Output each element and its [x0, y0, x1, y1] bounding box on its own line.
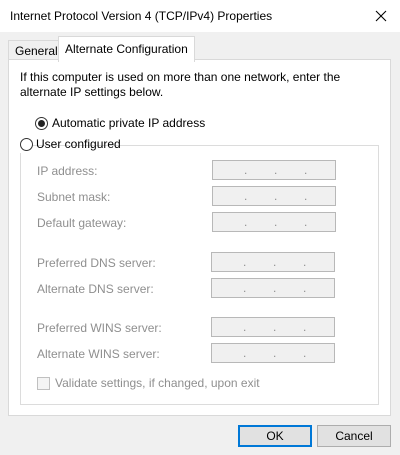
- alternate-wins-input[interactable]: ...: [211, 343, 335, 363]
- default-gateway-label: Default gateway:: [37, 216, 127, 230]
- user-configured-label[interactable]: User configured: [36, 137, 121, 151]
- preferred-dns-label: Preferred DNS server:: [37, 256, 156, 270]
- title-bar: Internet Protocol Version 4 (TCP/IPv4) P…: [0, 0, 400, 32]
- default-gateway-input[interactable]: ...: [212, 212, 336, 232]
- close-button[interactable]: [368, 3, 394, 29]
- close-icon: [375, 10, 387, 22]
- description-text: If this computer is used on more than on…: [20, 70, 341, 99]
- automatic-private-ip-label[interactable]: Automatic private IP address: [52, 116, 205, 130]
- validate-settings-label: Validate settings, if changed, upon exit: [55, 376, 260, 390]
- preferred-wins-label: Preferred WINS server:: [37, 321, 162, 335]
- alternate-dns-label: Alternate DNS server:: [37, 282, 154, 296]
- alternate-dns-input[interactable]: ...: [211, 278, 335, 298]
- tab-alternate-configuration[interactable]: Alternate Configuration: [58, 36, 195, 62]
- alternate-wins-label: Alternate WINS server:: [37, 347, 160, 361]
- user-configured-group: [20, 145, 379, 405]
- ip-address-label: IP address:: [37, 164, 98, 178]
- subnet-mask-label: Subnet mask:: [37, 190, 111, 204]
- window-title: Internet Protocol Version 4 (TCP/IPv4) P…: [10, 9, 273, 23]
- preferred-dns-input[interactable]: ...: [211, 252, 335, 272]
- automatic-private-ip-radio[interactable]: [35, 117, 48, 130]
- preferred-wins-input[interactable]: ...: [211, 317, 335, 337]
- tab-general[interactable]: General: [8, 40, 65, 60]
- cancel-button[interactable]: Cancel: [317, 425, 391, 447]
- validate-settings-checkbox[interactable]: [37, 377, 50, 390]
- subnet-mask-input[interactable]: ...: [212, 186, 336, 206]
- user-configured-radio[interactable]: [20, 138, 33, 151]
- user-configured-legend: User configured: [20, 137, 121, 153]
- ip-address-input[interactable]: ...: [212, 160, 336, 180]
- ok-button[interactable]: OK: [238, 425, 312, 447]
